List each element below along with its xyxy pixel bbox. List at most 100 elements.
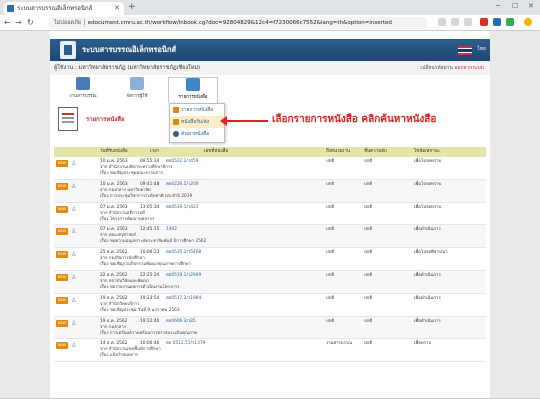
annotation-text: เลือกรายการหนังสือ คลิกค้นหาหนังสือ [272,114,437,125]
column-header[interactable]: ชั้นความลับ [364,147,387,157]
cell-subject[interactable]: เรื่อง ขอเชิญร่วมกิจกรรมพัฒนาคุณภาพการศึ… [100,262,191,268]
extension-icon[interactable] [493,18,501,26]
table-row[interactable]: NEW ♙ 14 ธ.ค. 2562 10:06:46 ศธ 0512.51/ว1379… [54,339,486,363]
cell-subject[interactable]: เรื่อง ขอเชิญประชุม วันที่ 9 มกราคม 2563 [100,308,180,314]
user-actions: เปลี่ยนรหัสผ่าน ออกจากระบบ [420,61,484,75]
bookmark-icon[interactable] [464,18,472,26]
cell-subject[interactable]: เรื่อง ขอรายงานผลการดำเนินงานโครงการ [100,285,179,291]
module-correspondence[interactable]: งานสารบรรณ [58,77,108,103]
minimize-icon[interactable]: ─ [496,2,500,10]
new-tab-icon[interactable]: + [128,2,136,12]
extension-icon[interactable] [451,18,459,26]
cell-secrecy: ปกติ [364,250,373,256]
table-row[interactable]: NEW ♙ 07 ม.ค. 2563 13:05:34 ศธ0519.1/ว421 ปกต… [54,203,486,226]
language-label[interactable]: ไทย [477,45,486,53]
person-icon[interactable]: ♙ [71,227,76,236]
person-icon[interactable]: ♙ [71,182,76,191]
annotation-arrow-icon [220,116,268,126]
cell-status: เพื่อดำเนินการ [414,272,441,278]
cell-book-number[interactable]: ศธ0517.2/ว1984 [166,296,201,302]
cell-book-number[interactable]: ศธ0519.1/ว421 [166,205,198,211]
submenu-item-inbox[interactable]: หนังสือรับ/ส่ง [170,116,224,128]
cell-to: ปกติ [326,227,335,233]
cell-book-number[interactable]: ศธ0226.5/ว200 [166,182,198,188]
module-book-list[interactable]: รายการหนังสือ [168,77,218,103]
table-header: วันที่รับหนังสือ เวลา เลขที่หนังสือ ถึงห… [54,147,486,157]
person-icon[interactable]: ♙ [71,341,76,350]
user-info: ผู้ใช้งาน : มหาวิทยาลัยราชภัฏ (มหาวิทยาล… [54,65,201,71]
back-icon[interactable]: ← [4,17,11,29]
breadcrumb: ผู้ใช้งาน : มหาวิทยาลัยราชภัฏ (มหาวิทยาล… [50,61,490,75]
search-icon [173,131,179,137]
maximize-icon[interactable]: ☐ [512,2,518,10]
logout-link[interactable]: ออกจากระบบ [454,65,484,71]
table-row[interactable]: NEW ♙ 22 ธ.ค. 2562 22:25:24 ศธ0519.1/ว2909 ปก… [54,270,486,294]
document-icon [173,119,179,125]
submenu-item-book-list[interactable]: รายการหนังสือ [170,104,224,116]
table-body: NEW ♙ 10 ม.ค. 2563 09:55:34 ศธ0522.2/ว459 ปกต… [54,157,486,363]
profile-avatar[interactable] [524,18,532,26]
language-flag-icon[interactable] [458,46,472,55]
extension-icon[interactable] [438,18,446,26]
cell-to: ปกติ [326,272,335,278]
browser-tabbar: ระบบสารบรรณอิเล็กทรอนิกส์ ✕ + ─ ☐ ✕ [0,0,540,15]
table-row[interactable]: NEW ♙ 07 ม.ค. 2563 12:45:15 1402 ปกติ ปกติ เพื่… [54,225,486,249]
cell-time: 19:23:54 [140,295,160,301]
cell-subject[interactable]: เรื่อง แจ้งกำหนดการ [100,353,138,359]
module-users[interactable]: จัดการผู้ใช้ [112,77,162,103]
column-header[interactable]: เลขที่หนังสือ [204,147,228,157]
person-icon[interactable]: ♙ [71,205,76,214]
extension-icon[interactable] [506,18,514,26]
table-row[interactable]: NEW ♙ 10 ม.ค. 2563 09:55:34 ศธ0522.2/ว459 ปกต… [54,157,486,180]
submenu-item-search[interactable]: ค้นหาหนังสือ [170,128,224,140]
cell-subject[interactable]: เรื่อง การเตรียมความพร้อมการตรวจประเมินค… [100,331,197,337]
cell-time: 19:22:40 [140,318,160,324]
list-icon [186,78,200,91]
university-logo-icon [60,41,76,59]
table-row[interactable]: NEW ♙ 25 ธ.ค. 2562 10:06:23 ศธ0535.2/ว5408 ปก… [54,248,486,271]
column-header[interactable]: วันที่รับหนังสือ [100,147,128,157]
cell-book-number[interactable]: ศธ0519.1/ว2909 [166,273,201,279]
submenu-label: ค้นหาหนังสือ [181,131,210,137]
table-row[interactable]: NEW ♙ 19 ธ.ค. 2562 19:22:40 ศธ0606.3/ว85 ปกติ… [54,316,486,340]
column-header[interactable]: เวลา [150,147,159,157]
close-tab-icon[interactable]: ✕ [114,2,120,15]
table-row[interactable]: NEW ♙ 19 ธ.ค. 2562 19:23:54 ศธ0517.2/ว1984 ปก… [54,294,486,317]
book-table: วันที่รับหนังสือ เวลา เลขที่หนังสือ ถึงห… [54,147,486,363]
extension-icon[interactable] [480,18,488,26]
cell-book-number[interactable]: ศธ0535.2/ว5408 [166,250,201,256]
cell-secrecy: ปกติ [364,341,373,347]
close-window-icon[interactable]: ✕ [528,2,534,10]
new-badge-icon: NEW [56,182,68,190]
cell-subject[interactable]: เรื่อง การประชุมวิชาการระดับชาติ ประจำปี… [100,194,192,200]
cell-status: เพื่อทราบ [414,341,432,347]
person-icon[interactable]: ♙ [71,159,76,168]
new-badge-icon: NEW [56,342,68,350]
cell-to: ปกติ [326,318,335,324]
table-row[interactable]: NEW ♙ 10 ม.ค. 2563 09:41:48 ศธ0226.5/ว200 ปกต… [54,179,486,203]
browser-tab[interactable]: ระบบสารบรรณอิเล็กทรอนิกส์ ✕ [4,2,124,15]
cell-subject[interactable]: เรื่อง ขอเชิญประชุมคณะกรรมการ [100,171,163,177]
column-header[interactable]: ไขข้อ/สถานะ [414,147,440,157]
reload-icon[interactable]: ↻ [27,17,34,29]
column-header[interactable]: ถึงหน่วยงาน [326,147,350,157]
new-badge-icon: NEW [56,228,68,236]
person-icon[interactable]: ♙ [71,296,76,305]
cell-subject[interactable]: เรื่อง ขอความอนุเคราะห์ประชาสัมพันธ์ ปีก… [100,239,206,245]
url-field[interactable]: ไม่ปลอดภัย │ edocument.cmru.ac.th/workfl… [48,17,428,29]
person-icon[interactable]: ♙ [71,273,76,282]
person-icon[interactable]: ♙ [71,319,76,328]
forward-icon[interactable]: → [15,17,22,29]
cell-to: ปกติ [326,295,335,301]
change-password-link[interactable]: เปลี่ยนรหัสผ่าน [420,65,452,71]
cell-secrecy: ปกติ [364,159,373,164]
cell-to: ปกติ [326,204,335,210]
cell-book-number[interactable]: ศธ 0512.51/ว1379 [166,341,205,347]
cell-book-number[interactable]: 1402 [166,227,177,233]
cell-subject[interactable]: เรื่อง โครงการพัฒนาบุคลากร [100,217,154,223]
cell-to: งานสารบรรณ [326,341,353,347]
submenu-label: หนังสือรับ/ส่ง [181,119,210,125]
person-icon[interactable]: ♙ [71,250,76,259]
cell-to: ปกติ [326,250,335,256]
cell-book-number[interactable]: ศธ0606.3/ว85 [166,319,196,325]
